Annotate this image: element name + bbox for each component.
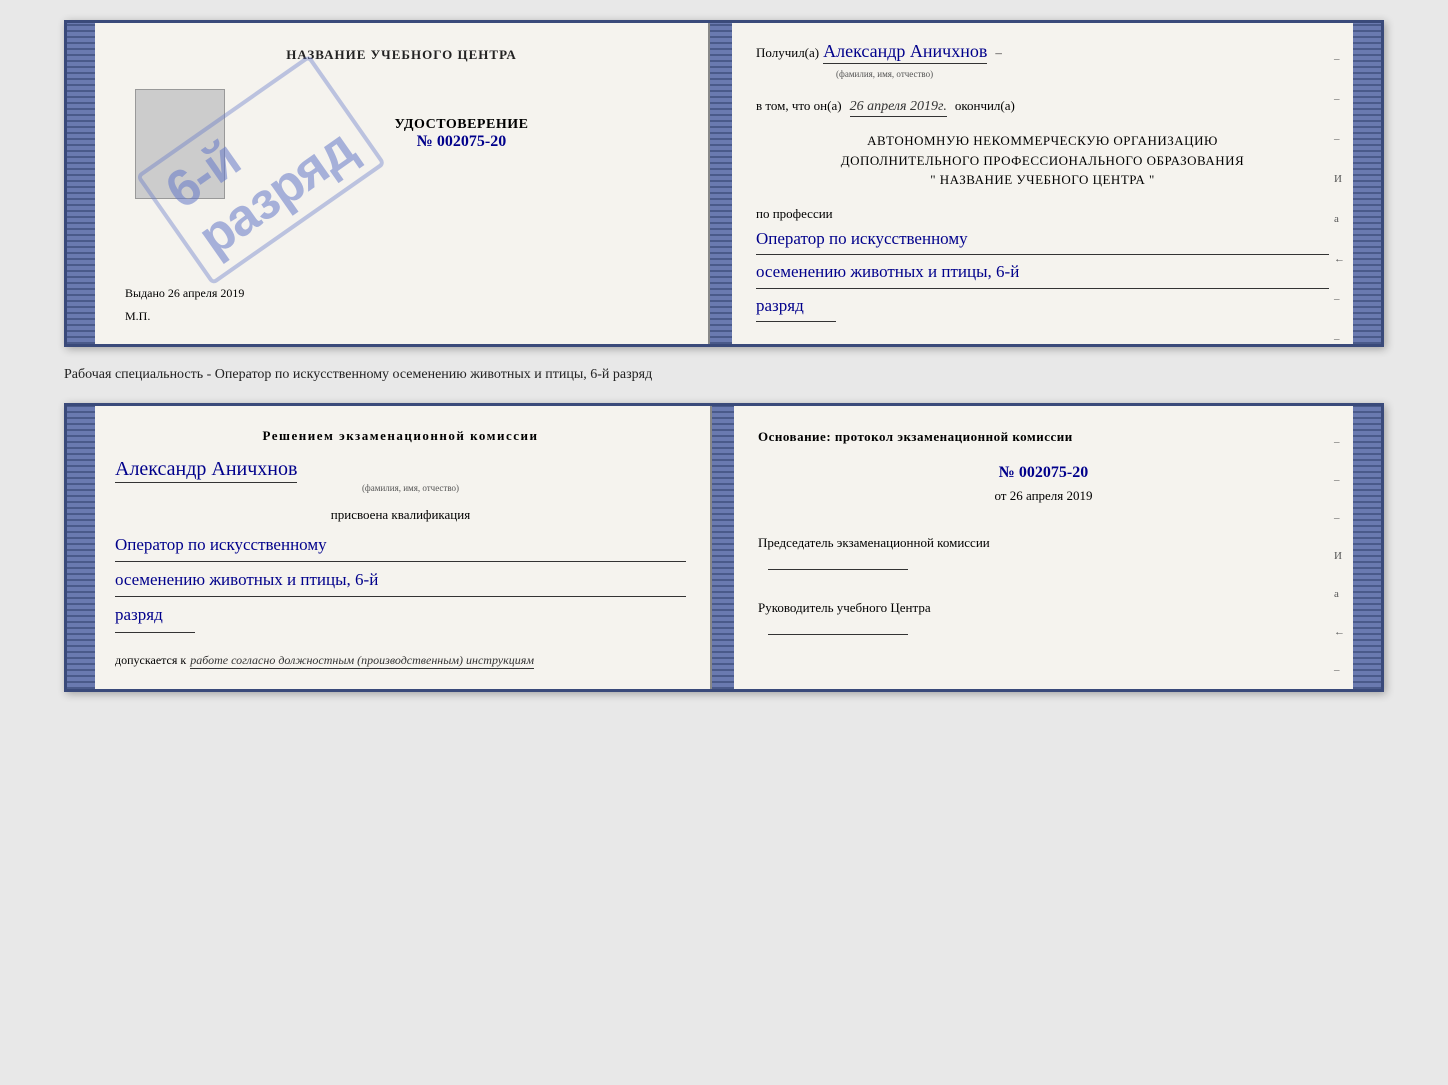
description-line: Рабочая специальность - Оператор по иску… bbox=[64, 365, 1384, 385]
chair-label: Председатель экзаменационной комиссии bbox=[758, 534, 1329, 552]
protocol-number: № 002075-20 bbox=[758, 464, 1329, 482]
protocol-date-value: 26 апреля 2019 bbox=[1010, 488, 1093, 503]
received-label: Получил(а) bbox=[756, 45, 819, 61]
person-name-bottom: Александр Аничхнов bbox=[115, 458, 297, 483]
side-marks-top: – – – И а ← – – – bbox=[1334, 53, 1345, 347]
finished-label: окончил(а) bbox=[955, 98, 1015, 114]
director-label: Руководитель учебного Центра bbox=[758, 599, 1329, 617]
issued-date: 26 апреля 2019 bbox=[168, 286, 244, 300]
qual-line1: Оператор по искусственному bbox=[115, 529, 686, 562]
issued-prefix: Выдано bbox=[125, 286, 165, 300]
received-line: Получил(а) Александр Аничхнов – bbox=[756, 41, 1329, 64]
date-line: в том, что он(а) 26 апреля 2019г. окончи… bbox=[756, 98, 1329, 117]
dash: – bbox=[995, 45, 1002, 61]
bottom-left-page: Решением экзаменационной комиссии Алекса… bbox=[95, 406, 712, 689]
bottom-right-page: Основание: протокол экзаменационной коми… bbox=[734, 406, 1353, 689]
spine-right-bottom bbox=[1353, 406, 1381, 689]
profession-line1: Оператор по искусственному bbox=[756, 224, 1329, 256]
cert-label: УДОСТОВЕРЕНИЕ bbox=[395, 117, 529, 133]
org-line2: ДОПОЛНИТЕЛЬНОГО ПРОФЕССИОНАЛЬНОГО ОБРАЗО… bbox=[756, 151, 1329, 171]
bottom-document: Решением экзаменационной комиссии Алекса… bbox=[64, 403, 1384, 692]
name-sublabel-top: (фамилия, имя, отчество) bbox=[836, 69, 933, 79]
top-right-page: Получил(а) Александр Аничхнов – (фамилия… bbox=[732, 23, 1353, 344]
chair-sig-line bbox=[768, 556, 908, 570]
mp-label: М.П. bbox=[125, 309, 688, 324]
allowed-line: допускается к работе согласно должностны… bbox=[115, 653, 686, 669]
decision-title: Решением экзаменационной комиссии bbox=[115, 428, 686, 444]
org-block: АВТОНОМНУЮ НЕКОММЕРЧЕСКУЮ ОРГАНИЗАЦИЮ ДО… bbox=[756, 131, 1329, 190]
profession-prefix: по профессии bbox=[756, 206, 1329, 222]
top-left-page: НАЗВАНИЕ УЧЕБНОГО ЦЕНТРА УДОСТОВЕРЕНИЕ №… bbox=[95, 23, 710, 344]
spine-left-bottom bbox=[67, 406, 95, 689]
director-block: Руководитель учебного Центра bbox=[758, 599, 1329, 640]
photo-placeholder bbox=[135, 89, 225, 199]
org-line1: АВТОНОМНУЮ НЕКОММЕРЧЕСКУЮ ОРГАНИЗАЦИЮ bbox=[756, 131, 1329, 151]
profession-line3: разряд bbox=[756, 291, 836, 323]
chair-block: Председатель экзаменационной комиссии bbox=[758, 534, 1329, 575]
qual-line3: разряд bbox=[115, 599, 195, 632]
qual-line2: осеменению животных и птицы, 6-й bbox=[115, 564, 686, 597]
spine-right bbox=[1353, 23, 1381, 344]
basis-title: Основание: протокол экзаменационной коми… bbox=[758, 428, 1329, 446]
qualification-label: присвоена квалификация bbox=[115, 507, 686, 523]
side-marks-bottom: – – – И а ← – – – bbox=[1334, 436, 1345, 692]
cert-number: № 002075-20 bbox=[417, 133, 506, 151]
allowed-text: работе согласно должностным (производств… bbox=[190, 653, 534, 669]
org-name: " НАЗВАНИЕ УЧЕБНОГО ЦЕНТРА " bbox=[756, 170, 1329, 190]
person-name-top: Александр Аничхнов bbox=[823, 41, 987, 64]
issued-line: Выдано 26 апреля 2019 bbox=[125, 286, 688, 301]
center-spine-bottom bbox=[712, 406, 734, 689]
allowed-prefix: допускается к bbox=[115, 653, 186, 668]
name-sublabel-bottom: (фамилия, имя, отчество) bbox=[135, 483, 686, 493]
director-sig-line bbox=[768, 621, 908, 635]
center-spine bbox=[710, 23, 732, 344]
profession-line2: осеменению животных и птицы, 6-й bbox=[756, 257, 1329, 289]
spine-left bbox=[67, 23, 95, 344]
protocol-date-prefix: от bbox=[994, 488, 1006, 503]
person-name-block-bottom: Александр Аничхнов (фамилия, имя, отчест… bbox=[115, 458, 686, 493]
completion-date: 26 апреля 2019г. bbox=[850, 99, 947, 117]
in-that-prefix: в том, что он(а) bbox=[756, 98, 842, 114]
top-document: НАЗВАНИЕ УЧЕБНОГО ЦЕНТРА УДОСТОВЕРЕНИЕ №… bbox=[64, 20, 1384, 347]
doc-title: НАЗВАНИЕ УЧЕБНОГО ЦЕНТРА bbox=[286, 47, 517, 63]
protocol-date: от 26 апреля 2019 bbox=[758, 488, 1329, 504]
